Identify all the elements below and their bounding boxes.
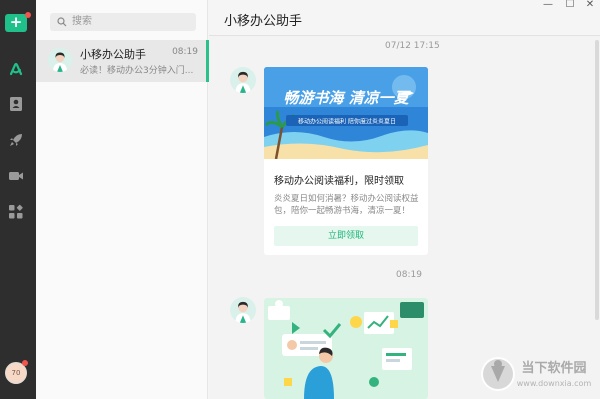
scrollbar[interactable] bbox=[595, 40, 599, 320]
guide-card[interactable] bbox=[264, 298, 428, 399]
claim-button[interactable]: 立即领取 bbox=[274, 226, 418, 246]
conversation-list: 搜索 小移办公助手 08:19 必读！移动办公3分钟入门... bbox=[36, 0, 209, 399]
contacts-icon[interactable] bbox=[8, 96, 24, 112]
message-timestamp: 07/12 17:15 bbox=[385, 41, 440, 51]
sender-avatar bbox=[230, 67, 256, 93]
promo-card[interactable]: 畅游书海 清凉一夏 移动办公阅读福利 陪你度过炎炎夏日 移动办公阅读福利，限时领… bbox=[264, 67, 428, 255]
watermark-url: www.downxia.com bbox=[517, 379, 592, 388]
profile-notification-dot bbox=[22, 360, 28, 366]
conversation-time: 08:19 bbox=[172, 47, 198, 57]
maximize-button[interactable]: ☐ bbox=[562, 0, 578, 12]
banner-title: 畅游书海 清凉一夏 bbox=[283, 89, 411, 107]
notification-dot bbox=[25, 12, 31, 18]
banner-subtitle: 移动办公阅读福利 陪你度过炎炎夏日 bbox=[298, 118, 396, 126]
assistant-avatar bbox=[48, 48, 72, 72]
chat-title: 小移办公助手 bbox=[224, 14, 303, 29]
chat-panel: 小移办公助手 — ☐ ✕ 07/12 17:15 畅游书海 清凉一夏 移动办公阅… bbox=[209, 0, 600, 399]
sender-avatar bbox=[230, 297, 256, 323]
conversation-item[interactable]: 小移办公助手 08:19 必读！移动办公3分钟入门... bbox=[36, 40, 209, 82]
card-title: 移动办公阅读福利，限时领取 bbox=[274, 176, 404, 187]
chat-header: 小移办公助手 — ☐ ✕ bbox=[209, 0, 600, 36]
left-rail: + 70 bbox=[0, 0, 36, 399]
assistant-icon[interactable] bbox=[8, 62, 24, 78]
watermark-logo: 当下软件园 www.downxia.com bbox=[481, 357, 592, 391]
search-input[interactable]: 搜索 bbox=[50, 13, 196, 31]
apps-icon[interactable] bbox=[8, 204, 24, 220]
message-timestamp: 08:19 bbox=[396, 270, 422, 280]
conversation-preview: 必读！移动办公3分钟入门... bbox=[80, 66, 194, 76]
conversation-name: 小移办公助手 bbox=[80, 48, 146, 61]
promo-banner-image: 畅游书海 清凉一夏 移动办公阅读福利 陪你度过炎炎夏日 bbox=[264, 67, 428, 159]
guide-illustration bbox=[264, 298, 428, 399]
video-icon[interactable] bbox=[8, 168, 24, 184]
search-icon bbox=[57, 17, 67, 27]
watermark-title: 当下软件园 bbox=[521, 360, 586, 376]
add-button[interactable]: + bbox=[5, 14, 27, 32]
close-button[interactable]: ✕ bbox=[582, 0, 598, 12]
card-description: 炎炎夏日如何消暑？移动办公阅读权益包，陪你一起畅游书海，清凉一夏！ bbox=[274, 194, 419, 216]
rocket-icon[interactable] bbox=[8, 132, 24, 148]
minimize-button[interactable]: — bbox=[540, 0, 556, 12]
search-placeholder: 搜索 bbox=[72, 16, 92, 27]
